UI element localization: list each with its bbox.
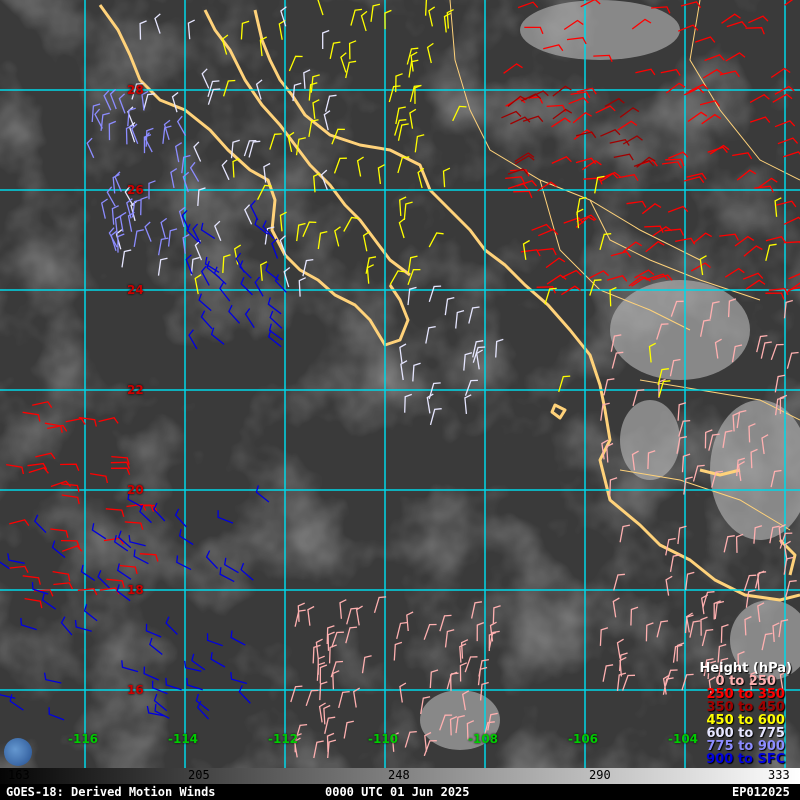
lon-label-116: -116 xyxy=(68,732,99,746)
lon-label-114: -114 xyxy=(168,732,199,746)
footer-bar: GOES-18: Derived Motion Winds 0000 UTC 0… xyxy=(0,784,800,800)
lat-label-26: 26 xyxy=(127,183,144,197)
lat-label-16: 16 xyxy=(127,683,144,697)
colorbar-tick-3: 290 xyxy=(589,768,611,782)
colorbar-tick-2: 248 xyxy=(388,768,410,782)
lon-label-104: -104 xyxy=(668,732,699,746)
height-legend: Height (hPa) 0 to 250 250 to 350 350 to … xyxy=(699,662,792,766)
lon-label-112: -112 xyxy=(268,732,299,746)
lat-label-20: 20 xyxy=(127,483,144,497)
footer-title: GOES-18: Derived Motion Winds xyxy=(6,785,216,799)
lon-label-106: -106 xyxy=(568,732,599,746)
lat-label-18: 18 xyxy=(127,583,144,597)
legend-item-900-sfc: 900 to SFC xyxy=(706,752,786,767)
lat-label-22: 22 xyxy=(127,383,144,397)
lon-label-110: -110 xyxy=(368,732,399,746)
satellite-wind-map xyxy=(0,0,800,768)
footer-time: 0000 UTC 01 Jun 2025 xyxy=(325,785,470,799)
lat-label-24: 24 xyxy=(127,283,144,297)
lat-label-28: 28 xyxy=(127,83,144,97)
lon-label-108: -108 xyxy=(468,732,499,746)
colorbar-tick-0: 163 xyxy=(8,768,30,782)
footer-storm-id: EP012025 xyxy=(732,785,790,799)
colorbar-tick-1: 205 xyxy=(188,768,210,782)
cira-logo-icon xyxy=(4,738,32,766)
cloud-texture xyxy=(0,0,800,768)
colorbar-tick-4: 333 xyxy=(768,768,790,782)
